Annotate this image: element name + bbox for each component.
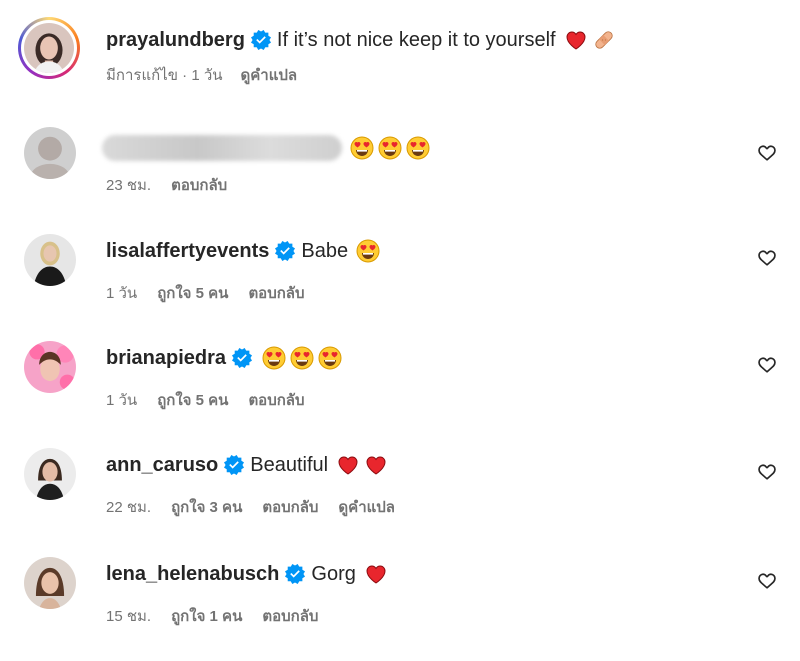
reply-link[interactable]: ตอบกลับ: [248, 281, 304, 305]
comment-line: lisalaffertyevents Babe: [106, 236, 380, 266]
reply-link[interactable]: ตอบกลับ: [262, 604, 318, 628]
heart-eyes-emoji-icon: [378, 136, 402, 160]
heart-eyes-emoji-icon: [356, 239, 380, 263]
username[interactable]: ann_caruso: [106, 454, 218, 477]
comment-time: 1 วัน: [106, 285, 138, 302]
comment-line: brianapiedra: [106, 343, 342, 373]
like-heart-icon[interactable]: [757, 248, 777, 268]
translate-link[interactable]: ดูคำแปล: [241, 63, 298, 87]
caption-meta: มีการแก้ไข · 1 วัน ดูคำแปล: [106, 63, 317, 87]
like-heart-icon[interactable]: [757, 143, 777, 163]
caption-line: prayalundberg If it’s not nice keep it t…: [106, 25, 616, 55]
red-heart-emoji-icon: [336, 453, 360, 477]
verified-badge-icon: [232, 348, 252, 368]
like-heart-icon[interactable]: [757, 355, 777, 375]
comment-text: Babe: [301, 239, 349, 262]
avatar[interactable]: [24, 234, 76, 286]
comment-text: Beautiful: [250, 453, 329, 476]
avatar[interactable]: [24, 448, 76, 500]
comment-meta: 15 ชม. ถูกใจ 1 คน ตอบกลับ: [106, 604, 338, 628]
like-count[interactable]: ถูกใจ 1 คน: [171, 604, 242, 628]
comment-time: 15 ชม.: [106, 608, 152, 625]
red-heart-emoji-icon: [564, 28, 588, 52]
verified-badge-icon: [275, 241, 295, 261]
reply-link[interactable]: ตอบกลับ: [262, 495, 318, 519]
translate-link[interactable]: ดูคำแปล: [338, 495, 395, 519]
username[interactable]: lena_helenabusch: [106, 563, 279, 586]
red-heart-emoji-icon: [364, 453, 388, 477]
heart-eyes-emoji-icon: [318, 346, 342, 370]
heart-eyes-emoji-icon: [290, 346, 314, 370]
blurred-username: [102, 135, 342, 161]
comment-meta: 1 วัน ถูกใจ 5 คน ตอบกลับ: [106, 281, 325, 305]
comment-line: lena_helenabusch Gorg: [106, 559, 388, 589]
edited-time: มีการแก้ไข · 1 วัน: [106, 67, 223, 84]
comment-line: ann_caruso Beautiful: [106, 450, 388, 480]
avatar[interactable]: [24, 557, 76, 609]
comment-meta: 22 ชม. ถูกใจ 3 คน ตอบกลับ ดูคำแปล: [106, 495, 415, 519]
red-heart-emoji-icon: [364, 562, 388, 586]
comment-meta: 1 วัน ถูกใจ 5 คน ตอบกลับ: [106, 388, 325, 412]
like-count[interactable]: ถูกใจ 3 คน: [171, 495, 242, 519]
bandage-emoji-icon: [592, 28, 616, 52]
like-heart-icon[interactable]: [757, 571, 777, 591]
avatar[interactable]: [24, 341, 76, 393]
comment-time: 1 วัน: [106, 392, 138, 409]
verified-badge-icon: [224, 455, 244, 475]
caption-text: If it’s not nice keep it to yourself: [276, 28, 556, 51]
like-heart-icon[interactable]: [757, 462, 777, 482]
reply-link[interactable]: ตอบกลับ: [248, 388, 304, 412]
heart-eyes-emoji-icon: [350, 136, 374, 160]
username[interactable]: lisalaffertyevents: [106, 240, 269, 263]
avatar[interactable]: [18, 17, 80, 79]
comment-meta: 23 ชม. ตอบกลับ: [106, 173, 247, 197]
reply-link[interactable]: ตอบกลับ: [171, 173, 227, 197]
comment-line: [102, 133, 430, 163]
avatar-blurred[interactable]: [24, 127, 76, 179]
comment-text: Gorg: [311, 562, 356, 585]
heart-eyes-emoji-icon: [262, 346, 286, 370]
like-count[interactable]: ถูกใจ 5 คน: [157, 281, 228, 305]
username[interactable]: brianapiedra: [106, 347, 226, 370]
like-count[interactable]: ถูกใจ 5 คน: [157, 388, 228, 412]
comment-time: 22 ชม.: [106, 499, 152, 516]
username[interactable]: prayalundberg: [106, 29, 245, 52]
comment-time: 23 ชม.: [106, 177, 152, 194]
heart-eyes-emoji-icon: [406, 136, 430, 160]
verified-badge-icon: [285, 564, 305, 584]
verified-badge-icon: [251, 30, 271, 50]
